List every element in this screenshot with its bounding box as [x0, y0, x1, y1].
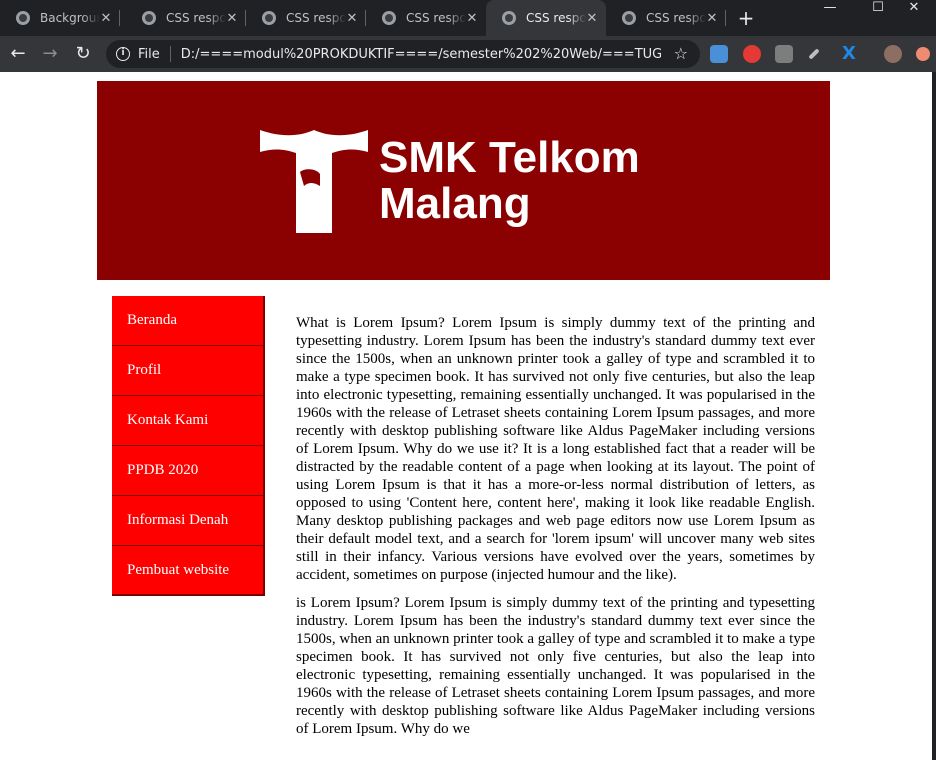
close-icon[interactable]: ✕: [100, 11, 112, 26]
nav-item-kontak-kami[interactable]: Kontak Kami: [112, 396, 265, 446]
forward-button[interactable]: →: [38, 42, 62, 66]
tab-5-active[interactable]: CSS responsive ✕: [486, 0, 606, 36]
omnibox-divider: [169, 46, 171, 62]
telkom-logo-icon: [260, 130, 368, 233]
tab-title: Background: [40, 11, 100, 25]
tab-title: CSS responsive: [166, 11, 226, 25]
header-banner: SMK Telkom Malang: [97, 81, 830, 280]
link-extension-icon[interactable]: [710, 45, 728, 63]
school-name-line2: Malang: [379, 179, 531, 228]
tab-separator: [725, 10, 726, 26]
tab-6[interactable]: CSS responsive ✕: [606, 0, 726, 36]
tab-4[interactable]: CSS responsive ✕: [366, 0, 486, 36]
globe-icon: [622, 11, 636, 25]
close-icon[interactable]: ✕: [586, 11, 598, 26]
nav-item-profil[interactable]: Profil: [112, 346, 265, 396]
paragraph-1: What is Lorem Ipsum? Lorem Ipsum is simp…: [296, 315, 815, 583]
tab-strip: Background ✕ CSS responsive ✕ CSS respon…: [0, 0, 936, 36]
adblock-extension-icon[interactable]: [743, 45, 761, 63]
close-icon[interactable]: ✕: [466, 11, 478, 26]
globe-icon: [502, 11, 516, 25]
url-scheme: File: [138, 46, 160, 62]
school-name: SMK Telkom Malang: [379, 135, 640, 227]
side-navigation: Beranda Profil Kontak Kami PPDB 2020 Inf…: [112, 296, 265, 596]
tab-1[interactable]: Background ✕: [0, 0, 120, 36]
tab-title: CSS responsive: [286, 11, 346, 25]
globe-icon: [142, 11, 156, 25]
globe-icon: [382, 11, 396, 25]
tab-2[interactable]: CSS responsive ✕: [126, 0, 246, 36]
nav-item-ppdb-2020[interactable]: PPDB 2020: [112, 446, 265, 496]
globe-icon: [262, 11, 276, 25]
update-icon[interactable]: [916, 47, 930, 61]
tab-title: CSS responsive: [646, 11, 706, 25]
address-bar[interactable]: i File D:/====modul%20PROKDUKTIF====/sem…: [106, 40, 700, 68]
reload-button[interactable]: ↻: [71, 42, 95, 66]
close-icon[interactable]: ✕: [226, 11, 238, 26]
url-text[interactable]: D:/====modul%20PROKDUKTIF====/semester%2…: [181, 47, 661, 62]
new-tab-button[interactable]: +: [734, 6, 758, 30]
nav-item-pembuat-website[interactable]: Pembuat website: [112, 546, 265, 596]
globe-icon: [16, 11, 30, 25]
nav-item-informasi-denah[interactable]: Informasi Denah: [112, 496, 265, 546]
paragraph-2: is Lorem Ipsum? Lorem Ipsum is simply du…: [296, 595, 815, 737]
window-close-button[interactable]: ✕: [892, 0, 936, 18]
tab-3[interactable]: CSS responsive ✕: [246, 0, 366, 36]
nav-item-beranda[interactable]: Beranda: [112, 296, 265, 346]
avatar-icon[interactable]: [884, 45, 902, 63]
bookmark-star-icon[interactable]: ☆: [674, 44, 688, 63]
main-article: What is Lorem Ipsum? Lorem Ipsum is simp…: [296, 314, 815, 748]
page-viewport: SMK Telkom Malang Beranda Profil Kontak …: [0, 72, 936, 760]
square-extension-icon[interactable]: [775, 45, 793, 63]
x-extension-icon[interactable]: X: [840, 45, 858, 63]
school-name-line1: SMK Telkom: [379, 133, 640, 182]
pen-extension-icon[interactable]: [808, 48, 820, 60]
tab-title: CSS responsive: [526, 11, 586, 25]
info-icon[interactable]: i: [116, 47, 130, 61]
tab-title: CSS responsive: [406, 11, 466, 25]
close-icon[interactable]: ✕: [346, 11, 358, 26]
back-button[interactable]: ←: [6, 42, 30, 66]
browser-toolbar: ← → ↻ i File D:/====modul%20PROKDUKTIF==…: [0, 36, 936, 72]
minimize-button[interactable]: —: [808, 0, 852, 18]
tab-separator: [119, 10, 120, 26]
close-icon[interactable]: ✕: [706, 11, 718, 26]
